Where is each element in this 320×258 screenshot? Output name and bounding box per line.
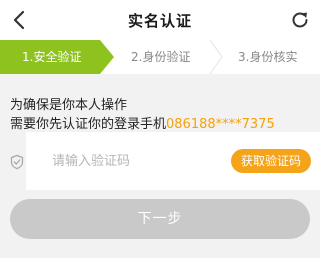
header-bar: 实名认证: [0, 0, 320, 40]
refresh-icon: [292, 12, 308, 28]
next-button[interactable]: 下一步: [10, 199, 310, 239]
page-title: 实名认证: [127, 11, 192, 30]
step-1-label: 1.安全验证: [22, 50, 82, 64]
step-progress: 1.安全验证 2.身份验证 3.身份核实: [0, 40, 320, 74]
tip-line-2-prefix: 需要你先认证你的登录手机: [10, 117, 167, 132]
chevron-left-icon: [13, 10, 25, 30]
back-button[interactable]: [8, 9, 30, 31]
phone-number: 086188****7375: [166, 117, 275, 132]
tip-line-1: 为确保是你本人操作: [10, 98, 128, 113]
verification-tip: 为确保是你本人操作 需要你先认证你的登录手机086188****7375: [10, 96, 315, 134]
shield-check-icon: [10, 154, 24, 170]
step-2-label: 2.身份验证: [131, 50, 191, 64]
refresh-button[interactable]: [288, 8, 312, 32]
code-field: 获取验证码: [26, 132, 320, 190]
verification-code-row: 获取验证码: [0, 132, 320, 190]
get-code-button[interactable]: 获取验证码: [231, 149, 311, 173]
verification-code-input[interactable]: [52, 150, 222, 172]
step-3-label: 3.身份核实: [238, 50, 298, 64]
